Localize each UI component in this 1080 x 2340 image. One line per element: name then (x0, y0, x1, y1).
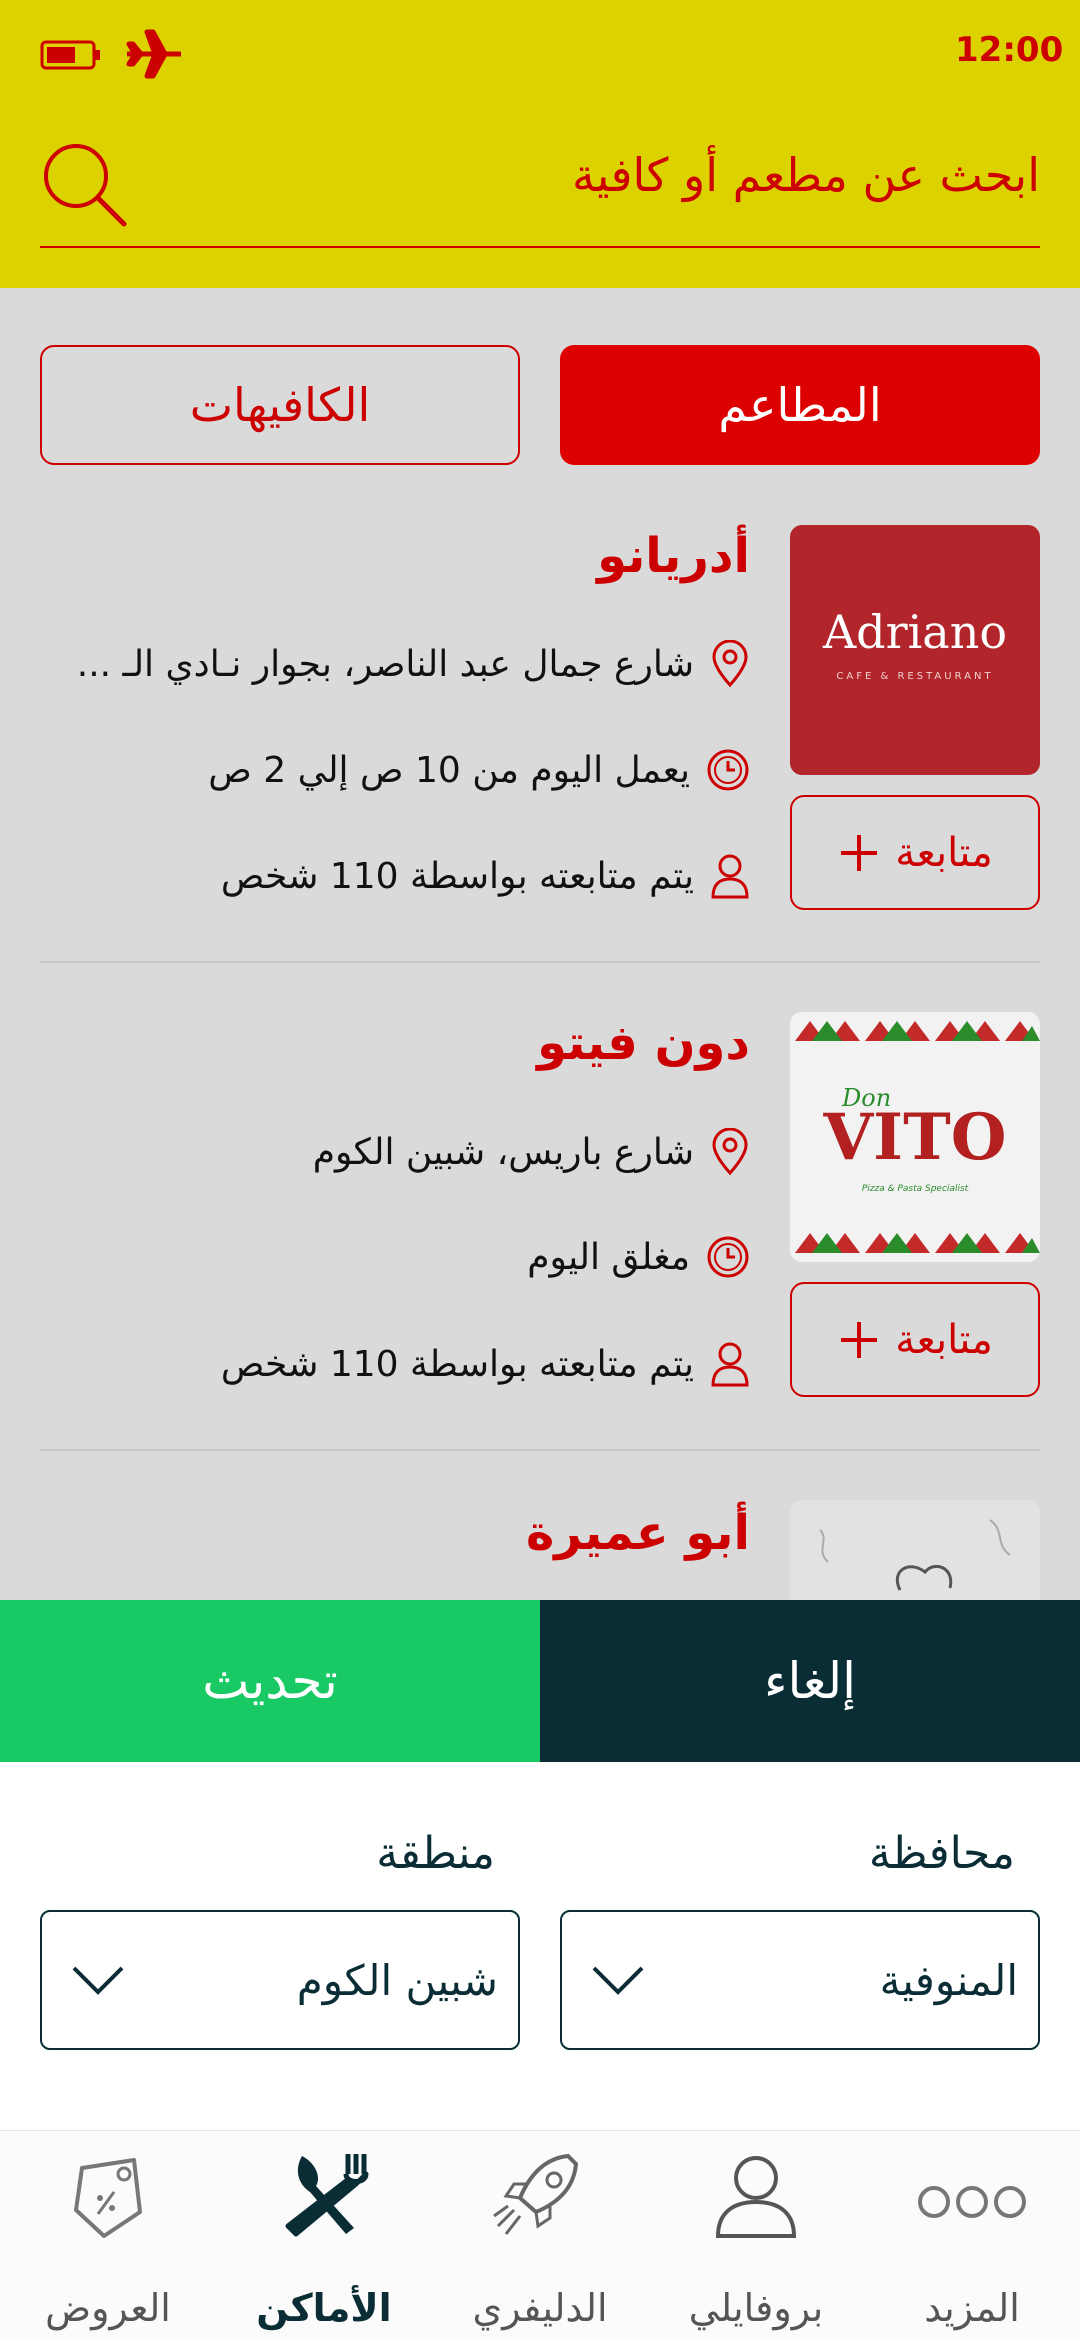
restaurant-logo[interactable] (790, 1500, 1040, 1600)
clock-icon (707, 749, 749, 791)
governorate-label: محافظة (868, 1828, 1015, 1879)
area-value: شبين الكوم (296, 1955, 498, 2005)
tag-icon (74, 2158, 142, 2238)
user-icon (711, 1342, 749, 1387)
logo-subtext: CAFE & RESTAURANT (836, 671, 994, 682)
follow-label: متابعة (895, 1316, 993, 1363)
nav-profile[interactable]: بروفايلي (648, 2150, 864, 2330)
battery-icon (40, 40, 100, 70)
follow-button[interactable]: متابعة (790, 795, 1040, 910)
location-pin-icon (712, 640, 748, 688)
nav-delivery[interactable]: الدليفري (432, 2150, 648, 2330)
governorate-select[interactable]: المنوفية (560, 1910, 1040, 2050)
area-select[interactable]: شبين الكوم (40, 1910, 520, 2050)
hours-text: مغلق اليوم (527, 1236, 690, 1278)
logo-decoration (795, 1233, 1040, 1253)
place-name[interactable]: أبو عميرة (526, 1505, 750, 1561)
tab-cafes[interactable]: الكافيهات (40, 345, 520, 465)
nav-label: الدليفري (472, 2286, 608, 2330)
airplane-mode-icon (126, 29, 181, 79)
search-icon[interactable] (38, 138, 128, 228)
status-time: 12:00 (955, 30, 1064, 70)
location-pin-icon (712, 1128, 748, 1176)
plus-icon (841, 834, 878, 871)
user-icon (711, 854, 749, 899)
nav-label: بروفايلي (688, 2286, 824, 2330)
logo-decoration (795, 1021, 1040, 1041)
nav-offers[interactable]: العروض (0, 2150, 216, 2330)
rocket-icon (493, 2153, 579, 2235)
nav-label: العروض (45, 2286, 171, 2330)
chevron-down-icon (72, 1966, 124, 1995)
search-input[interactable]: ابحث عن مطعم أو كافية (572, 148, 1040, 202)
logo-text: VITO (823, 1100, 1007, 1175)
governorate-value: المنوفية (879, 1955, 1018, 2005)
logo-text: Adriano (822, 605, 1008, 659)
more-icon (918, 2186, 1026, 2218)
update-button[interactable]: تحديث (0, 1600, 540, 1762)
list-divider (40, 961, 1040, 963)
profile-icon (715, 2156, 797, 2238)
nav-label: المزيد (924, 2286, 1020, 2330)
hours-text: يعمل اليوم من 10 ص إلي 2 ص (208, 749, 690, 791)
follow-label: متابعة (895, 829, 993, 876)
chevron-down-icon (592, 1966, 644, 1995)
logo-sketch (819, 1519, 1011, 1591)
place-name[interactable]: أدريانو (597, 528, 750, 584)
search-underline (40, 246, 1040, 248)
restaurant-logo[interactable]: Don VITO Pizza & Pasta Specialist (790, 1012, 1040, 1262)
address-text: شارع جمال عبد الناصر، بجوار نـادي الـ ..… (76, 643, 694, 685)
list-divider (40, 1449, 1040, 1451)
address-row: شارع جمال عبد الناصر، بجوار نـادي الـ ..… (77, 640, 750, 688)
tab-restaurants[interactable]: المطاعم (560, 345, 1040, 465)
follow-button[interactable]: متابعة (790, 1282, 1040, 1397)
fork-knife-icon (285, 2154, 369, 2237)
address-text: شارع باريس، شبين الكوم (312, 1131, 694, 1173)
nav-label: الأماكن (256, 2286, 392, 2330)
followers-row: يتم متابعته بواسطة 110 شخص (221, 1340, 750, 1388)
address-row: شارع باريس، شبين الكوم (313, 1128, 750, 1176)
clock-icon (707, 1236, 749, 1278)
plus-icon (841, 1321, 878, 1358)
logo-subtext: Pizza & Pasta Specialist (861, 1184, 969, 1194)
nav-places[interactable]: الأماكن (216, 2150, 432, 2330)
area-label: منطقة (376, 1828, 495, 1879)
hours-row: مغلق اليوم (527, 1235, 750, 1279)
place-name[interactable]: دون فيتو (537, 1015, 750, 1071)
hours-row: يعمل اليوم من 10 ص إلي 2 ص (208, 748, 750, 792)
restaurant-logo[interactable]: Adriano CAFE & RESTAURANT (790, 525, 1040, 775)
followers-text: يتم متابعته بواسطة 110 شخص (220, 1343, 694, 1385)
cancel-button[interactable]: إلغاء (540, 1600, 1080, 1762)
followers-text: يتم متابعته بواسطة 110 شخص (220, 855, 694, 897)
nav-more[interactable]: المزيد (864, 2150, 1080, 2330)
followers-row: يتم متابعته بواسطة 110 شخص (221, 852, 750, 900)
